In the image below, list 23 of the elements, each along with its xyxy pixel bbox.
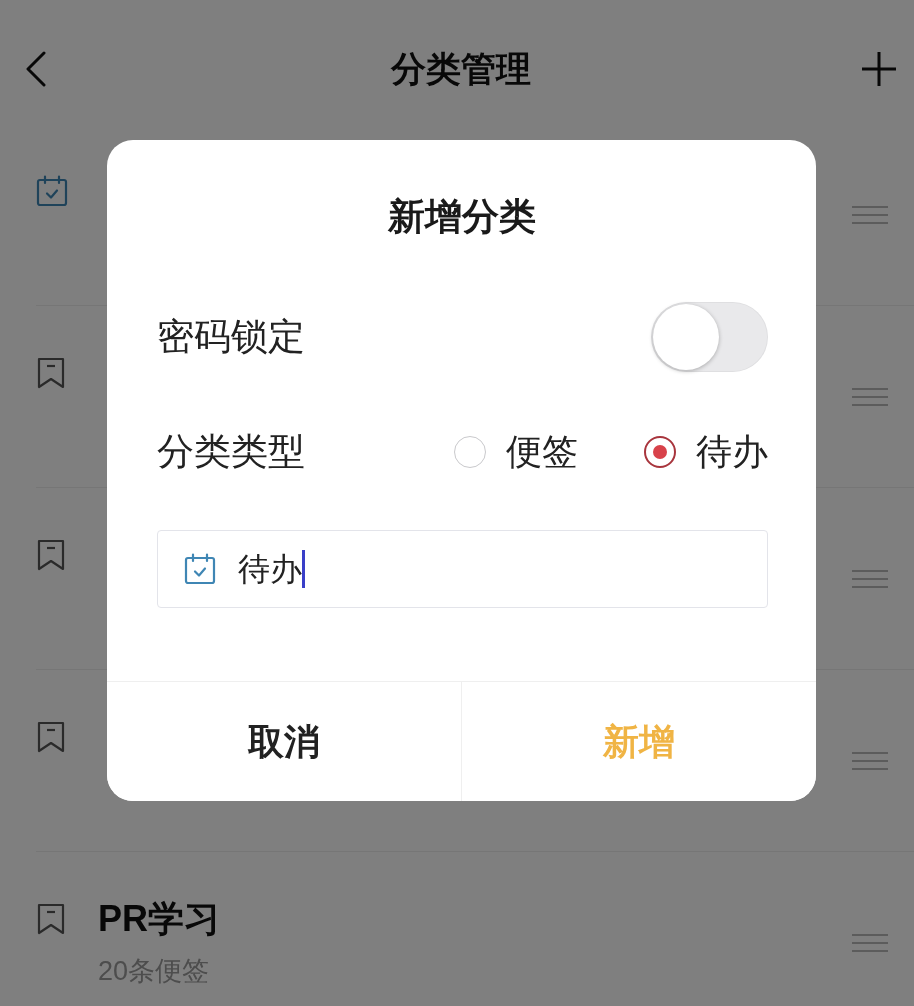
bookmark-icon [36,356,66,389]
password-lock-toggle[interactable] [651,302,768,372]
drag-handle-icon[interactable] [852,204,888,225]
drag-handle-icon[interactable] [852,932,888,953]
radio-label[interactable]: 便签 [506,430,578,474]
dialog-title: 新增分类 [387,195,536,239]
category-name-field[interactable]: 待办 [157,530,768,608]
back-icon[interactable] [25,51,47,87]
calendar-check-icon [36,174,68,207]
category-type-label: 分类类型 [157,430,305,474]
drag-handle-icon[interactable] [852,568,888,589]
bookmark-icon [36,538,66,571]
page-title: 分类管理 [391,48,531,90]
calendar-check-icon [184,553,216,585]
add-icon[interactable] [861,51,897,87]
drag-handle-icon[interactable] [852,386,888,407]
radio-label[interactable]: 待办 [696,430,768,474]
bookmark-icon [36,720,66,753]
radio-button[interactable] [644,436,676,468]
password-lock-label: 密码锁定 [157,315,305,359]
drag-handle-icon[interactable] [852,750,888,771]
category-title: PR学习 [98,896,220,941]
bookmark-icon [36,902,66,935]
